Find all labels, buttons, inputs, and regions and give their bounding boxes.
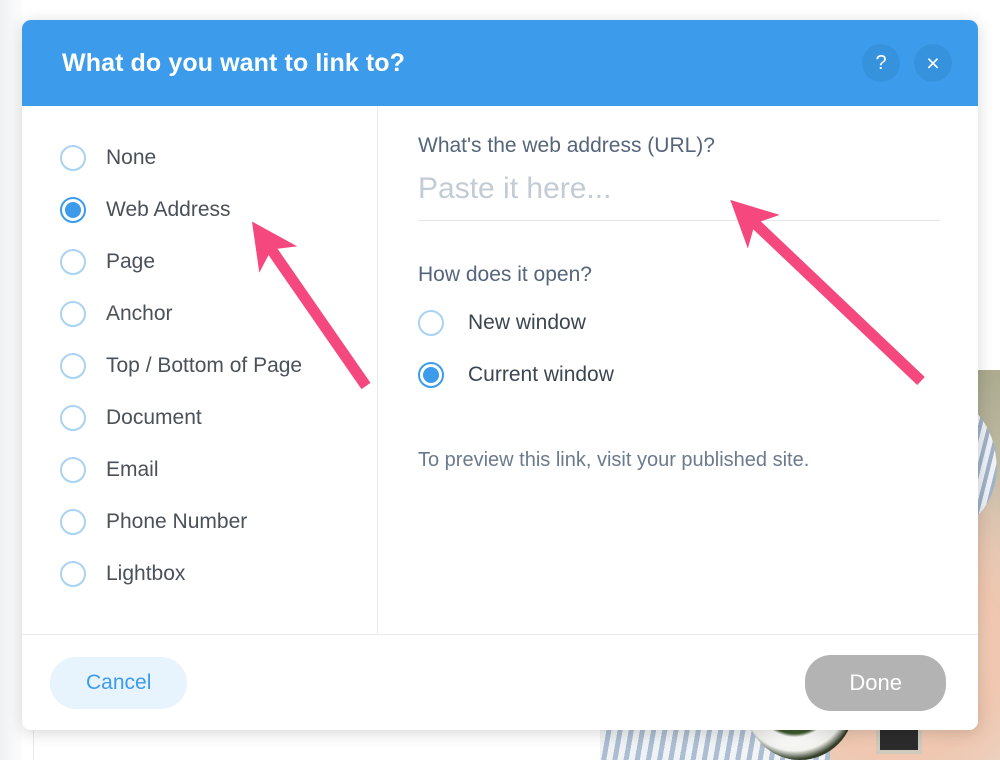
- link-type-option-document[interactable]: Document: [22, 392, 377, 444]
- radio-icon[interactable]: [60, 249, 86, 275]
- radio-icon[interactable]: [60, 457, 86, 483]
- radio-selected-icon[interactable]: [418, 362, 444, 388]
- link-type-option-web-address[interactable]: Web Address: [22, 184, 377, 236]
- preview-note: To preview this link, visit your publish…: [418, 449, 810, 471]
- open-behavior-label: How does it open?: [418, 263, 592, 286]
- radio-icon[interactable]: [60, 561, 86, 587]
- url-field-label: What's the web address (URL)?: [418, 134, 715, 157]
- open-behavior-option-current-window[interactable]: Current window: [418, 349, 940, 401]
- background-gutter: [0, 0, 22, 760]
- link-type-label: Anchor: [106, 302, 173, 325]
- link-type-option-none[interactable]: None: [22, 132, 377, 184]
- radio-icon[interactable]: [60, 353, 86, 379]
- link-type-label: Phone Number: [106, 510, 248, 533]
- link-dialog: What do you want to link to? ? × None We…: [22, 20, 978, 730]
- dialog-header-actions: ? ×: [862, 44, 952, 82]
- open-behavior-option-new-window[interactable]: New window: [418, 297, 940, 349]
- link-type-label: None: [106, 146, 157, 169]
- radio-icon[interactable]: [60, 405, 86, 431]
- link-type-option-email[interactable]: Email: [22, 444, 377, 496]
- help-icon[interactable]: ?: [862, 44, 900, 82]
- link-type-option-phone-number[interactable]: Phone Number: [22, 496, 377, 548]
- radio-selected-icon[interactable]: [60, 197, 86, 223]
- close-icon[interactable]: ×: [914, 44, 952, 82]
- link-type-label: Document: [106, 406, 202, 429]
- link-type-list: None Web Address Page Anchor Top / Botto: [22, 106, 378, 634]
- link-type-label: Email: [106, 458, 159, 481]
- link-type-label: Lightbox: [106, 562, 186, 585]
- radio-icon[interactable]: [60, 509, 86, 535]
- dialog-body: None Web Address Page Anchor Top / Botto: [22, 106, 978, 634]
- link-type-option-lightbox[interactable]: Lightbox: [22, 548, 377, 600]
- link-type-label: Top / Bottom of Page: [106, 354, 303, 377]
- dialog-header: What do you want to link to? ? ×: [22, 20, 978, 106]
- link-type-option-top-bottom-of-page[interactable]: Top / Bottom of Page: [22, 340, 377, 392]
- link-type-label: Page: [106, 250, 156, 273]
- link-type-option-page[interactable]: Page: [22, 236, 377, 288]
- done-button[interactable]: Done: [805, 654, 946, 711]
- url-input[interactable]: [418, 172, 940, 221]
- open-behavior-label-item: New window: [468, 311, 586, 334]
- radio-icon[interactable]: [60, 301, 86, 327]
- dialog-footer: Cancel Done: [22, 634, 978, 730]
- radio-icon[interactable]: [418, 310, 444, 336]
- link-type-label: Web Address: [106, 198, 231, 221]
- cancel-button[interactable]: Cancel: [50, 656, 188, 709]
- dialog-title: What do you want to link to?: [62, 48, 406, 77]
- link-details-panel: What's the web address (URL)? How does i…: [378, 106, 978, 634]
- screen: e ck Ed ke ere a to ou ou, ovide What do…: [0, 0, 1000, 760]
- radio-icon[interactable]: [60, 145, 86, 171]
- link-type-option-anchor[interactable]: Anchor: [22, 288, 377, 340]
- open-behavior-label-item: Current window: [468, 363, 614, 386]
